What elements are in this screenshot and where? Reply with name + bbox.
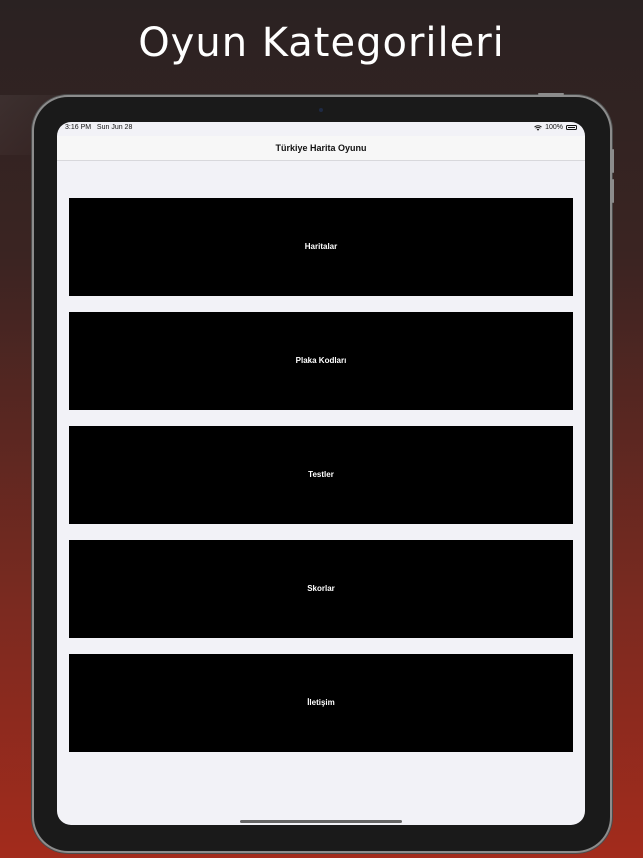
front-camera (319, 108, 323, 112)
status-time: 3:16 PM Sun Jun 28 (65, 124, 132, 131)
status-clock: 3:16 PM (65, 124, 92, 131)
iletisim-button[interactable]: İletişim (69, 654, 573, 752)
ipad-frame: 3:16 PM Sun Jun 28 100% Türkiye Harita O… (34, 93, 614, 851)
nav-title: Türkiye Harita Oyunu (275, 143, 367, 153)
plaka-kodlari-button[interactable]: Plaka Kodları (69, 312, 573, 410)
battery-icon (566, 125, 577, 130)
status-bar: 3:16 PM Sun Jun 28 100% (57, 122, 585, 136)
navigation-bar: Türkiye Harita Oyunu (57, 136, 585, 161)
promo-headline: Oyun Kategorileri (138, 20, 505, 66)
home-indicator[interactable] (240, 820, 402, 823)
app-screen: 3:16 PM Sun Jun 28 100% Türkiye Harita O… (57, 122, 585, 825)
power-button (538, 93, 564, 95)
haritalar-button[interactable]: Haritalar (69, 198, 573, 296)
status-date: Sun Jun 28 (96, 124, 133, 131)
testler-button[interactable]: Testler (69, 426, 573, 524)
volume-button (612, 149, 614, 173)
category-menu: Haritalar Plaka Kodları Testler Skorlar … (69, 198, 573, 768)
skorlar-button[interactable]: Skorlar (69, 540, 573, 638)
volume-button (612, 179, 614, 203)
battery-percent: 100% (545, 124, 563, 131)
status-indicators: 100% (534, 124, 577, 131)
wifi-icon (534, 124, 542, 131)
